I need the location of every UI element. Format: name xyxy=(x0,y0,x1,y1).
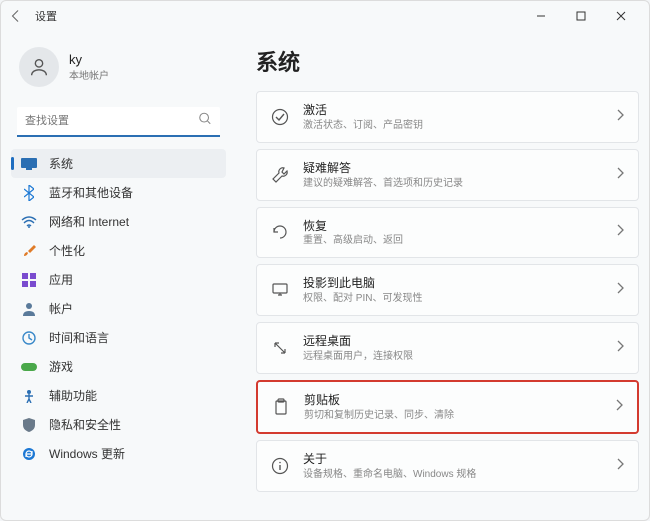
chevron-right-icon xyxy=(615,398,623,416)
wrench-icon xyxy=(271,166,289,184)
nav-item-label: 蓝牙和其他设备 xyxy=(49,184,133,201)
clipboard-icon xyxy=(272,398,290,416)
chevron-right-icon xyxy=(616,108,624,126)
account-block[interactable]: ky 本地帐户 xyxy=(11,39,226,101)
nav-item-user[interactable]: 帐户 xyxy=(11,294,226,323)
nav-item-label: 辅助功能 xyxy=(49,387,97,404)
update-icon xyxy=(21,446,37,462)
nav-item-label: 时间和语言 xyxy=(49,329,109,346)
chevron-right-icon xyxy=(616,457,624,475)
game-icon xyxy=(21,359,37,375)
page-title: 系统 xyxy=(256,45,639,77)
avatar xyxy=(19,47,59,87)
brush-icon xyxy=(21,243,37,259)
card-sub: 剪切和复制历史记录、同步、清除 xyxy=(304,409,601,422)
recover-icon xyxy=(271,223,289,241)
nav-item-system[interactable]: 系统 xyxy=(11,149,226,178)
card-sub: 重置、高级启动、返回 xyxy=(303,234,602,247)
card-sub: 激活状态、订阅、产品密钥 xyxy=(303,119,602,132)
account-sub: 本地帐户 xyxy=(69,67,109,82)
card-title: 远程桌面 xyxy=(303,333,602,350)
search-box[interactable] xyxy=(17,107,220,137)
nav-item-label: 隐私和安全性 xyxy=(49,416,121,433)
settings-card-info[interactable]: 关于设备规格、重命名电脑、Windows 规格 xyxy=(256,440,639,492)
nav-item-wifi[interactable]: 网络和 Internet xyxy=(11,207,226,236)
card-sub: 设备规格、重命名电脑、Windows 规格 xyxy=(303,468,602,481)
search-input[interactable] xyxy=(17,107,220,135)
account-name: ky xyxy=(69,52,109,67)
nav-item-game[interactable]: 游戏 xyxy=(11,352,226,381)
chevron-right-icon xyxy=(616,339,624,357)
nav-item-label: 个性化 xyxy=(49,242,85,259)
system-icon xyxy=(21,156,37,172)
close-button[interactable] xyxy=(601,2,641,30)
nav-item-label: 应用 xyxy=(49,271,73,288)
project-icon xyxy=(271,281,289,299)
titlebar: 设置 xyxy=(1,1,649,31)
chevron-right-icon xyxy=(616,166,624,184)
card-title: 关于 xyxy=(303,451,602,468)
nav-item-apps[interactable]: 应用 xyxy=(11,265,226,294)
settings-card-remote[interactable]: 远程桌面远程桌面用户，连接权限 xyxy=(256,322,639,374)
remote-icon xyxy=(271,339,289,357)
window-title: 设置 xyxy=(35,8,57,24)
nav-item-access[interactable]: 辅助功能 xyxy=(11,381,226,410)
card-title: 恢复 xyxy=(303,218,602,235)
nav-item-brush[interactable]: 个性化 xyxy=(11,236,226,265)
main-panel: 系统 激活激活状态、订阅、产品密钥疑难解答建议的疑难解答、首选项和历史记录恢复重… xyxy=(236,31,649,520)
nav-item-label: 帐户 xyxy=(49,300,73,317)
nav-item-label: 游戏 xyxy=(49,358,73,375)
card-title: 投影到此电脑 xyxy=(303,275,602,292)
chevron-right-icon xyxy=(616,281,624,299)
nav-item-privacy[interactable]: 隐私和安全性 xyxy=(11,410,226,439)
sidebar: ky 本地帐户 系统蓝牙和其他设备网络和 Internet 个性化应用帐户时间和语… xyxy=(1,31,236,520)
settings-card-clipboard[interactable]: 剪贴板剪切和复制历史记录、同步、清除 xyxy=(256,380,639,434)
card-sub: 远程桌面用户，连接权限 xyxy=(303,350,602,363)
settings-card-recover[interactable]: 恢复重置、高级启动、返回 xyxy=(256,207,639,259)
back-icon[interactable] xyxy=(9,9,23,23)
check-icon xyxy=(271,108,289,126)
nav-item-label: 网络和 Internet xyxy=(49,213,129,230)
card-title: 剪贴板 xyxy=(304,392,601,409)
user-icon xyxy=(21,301,37,317)
bluetooth-icon xyxy=(21,185,37,201)
settings-card-project[interactable]: 投影到此电脑权限、配对 PIN、可发现性 xyxy=(256,264,639,316)
card-title: 疑难解答 xyxy=(303,160,602,177)
nav-item-clock[interactable]: 时间和语言 xyxy=(11,323,226,352)
wifi-icon xyxy=(21,214,37,230)
chevron-right-icon xyxy=(616,223,624,241)
apps-icon xyxy=(21,272,37,288)
card-sub: 建议的疑难解答、首选项和历史记录 xyxy=(303,177,602,190)
clock-icon xyxy=(21,330,37,346)
settings-card-wrench[interactable]: 疑难解答建议的疑难解答、首选项和历史记录 xyxy=(256,149,639,201)
maximize-button[interactable] xyxy=(561,2,601,30)
privacy-icon xyxy=(21,417,37,433)
card-title: 激活 xyxy=(303,102,602,119)
nav-item-label: Windows 更新 xyxy=(49,445,125,462)
card-sub: 权限、配对 PIN、可发现性 xyxy=(303,292,602,305)
nav-item-bluetooth[interactable]: 蓝牙和其他设备 xyxy=(11,178,226,207)
nav-item-label: 系统 xyxy=(49,155,73,172)
info-icon xyxy=(271,457,289,475)
access-icon xyxy=(21,388,37,404)
search-icon xyxy=(198,112,212,131)
nav-item-update[interactable]: Windows 更新 xyxy=(11,439,226,468)
minimize-button[interactable] xyxy=(521,2,561,30)
settings-card-check[interactable]: 激活激活状态、订阅、产品密钥 xyxy=(256,91,639,143)
